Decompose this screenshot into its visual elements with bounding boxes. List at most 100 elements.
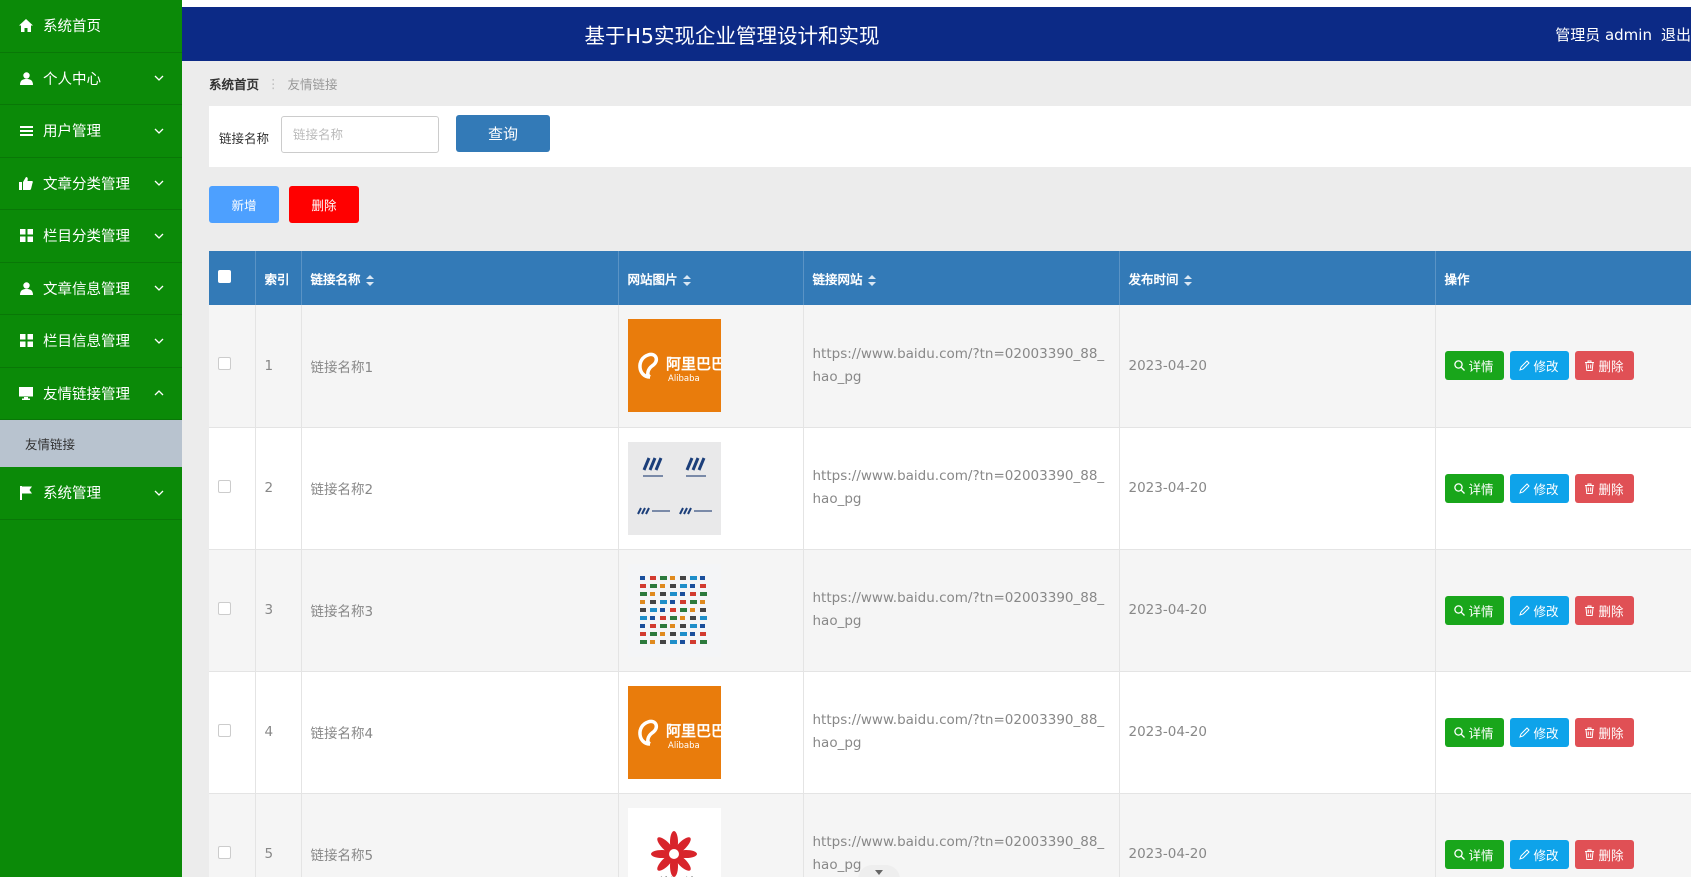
sidebar-item-label: 文章信息管理 [43,281,130,298]
detail-button[interactable]: 详情 [1444,595,1504,625]
row-checkbox[interactable] [218,357,231,371]
detail-button[interactable]: 详情 [1444,351,1504,381]
row-delete-button[interactable]: 删除 [1574,473,1634,503]
select-all-checkbox[interactable] [218,270,231,283]
row-index: 4 [255,671,302,794]
chevron-down-icon [154,338,164,344]
sidebar-item-label: 栏目信息管理 [43,334,130,351]
row-delete-button[interactable]: 删除 [1574,595,1634,625]
row-checkbox[interactable] [218,845,231,859]
sidebar-item-article-category[interactable]: 文章分类管理 [0,158,182,210]
chevron-down-icon [154,75,164,82]
detail-button[interactable]: 详情 [1444,839,1504,869]
sort-icon[interactable] [365,274,374,286]
row-select-cell [209,549,256,672]
sort-icon[interactable] [867,274,876,286]
chevron-down-icon [154,490,164,496]
sidebar-item-home[interactable]: 系统首页 [0,0,182,53]
search-icon [1454,848,1466,860]
row-delete-button[interactable]: 删除 [1574,717,1634,747]
row-publish-date: 2023-04-20 [1119,305,1436,428]
row-link-url: https://www.baidu.com/?tn=02003390_88_ha… [803,305,1120,428]
sidebar-item-user-management[interactable]: 用户管理 [0,105,182,158]
row-actions: 详情 修改 删除 [1435,427,1691,550]
list-icon [18,123,34,139]
sidebar-item-column-info[interactable]: 栏目信息管理 [0,315,182,368]
edit-button[interactable]: 修改 [1509,473,1569,503]
row-select-cell [209,427,256,550]
sidebar-item-system[interactable]: 系统管理 [0,467,182,520]
column-header-publish-time[interactable]: 发布时间 [1119,251,1436,305]
sidebar: 系统首页 个人中心 用户管理 文章分类管理 栏目分类管理 文章信息管理 栏目信息… [0,0,182,877]
detail-button[interactable]: 详情 [1444,717,1504,747]
sidebar-item-label: 系统首页 [43,19,101,36]
edit-button[interactable]: 修改 [1509,717,1569,747]
edit-icon [1519,848,1531,860]
logout-link[interactable]: 退出 [1661,24,1691,45]
trash-icon [1585,605,1595,616]
app-root: 系统首页 个人中心 用户管理 文章分类管理 栏目分类管理 文章信息管理 栏目信息… [0,0,1691,877]
row-select-cell [209,793,256,877]
logo-collage-image [627,563,721,657]
row-link-url: https://www.baidu.com/?tn=02003390_88_ha… [803,671,1120,794]
detail-button[interactable]: 详情 [1444,473,1504,503]
user-label: 管理员 admin [1555,25,1652,44]
sidebar-item-column-category[interactable]: 栏目分类管理 [0,210,182,263]
svg-text:Alibaba: Alibaba [668,741,700,751]
row-checkbox[interactable] [218,479,231,493]
row-publish-date: 2023-04-20 [1119,671,1436,794]
edit-button[interactable]: 修改 [1509,839,1569,869]
column-header-link-url[interactable]: 链接网站 [803,251,1120,305]
table-row: 4 链接名称4 阿里巴巴 Alibaba https://www.baidu.com/?… [209,671,1691,794]
sort-icon[interactable] [1183,274,1192,286]
flag-icon [18,485,34,501]
query-button[interactable]: 查询 [456,115,550,152]
link-url-text: https://www.baidu.com/?tn=02003390_88_ha… [812,712,1105,751]
column-header-link-name[interactable]: 链接名称 [301,251,619,305]
link-url-text: https://www.baidu.com/?tn=02003390_88_ha… [812,590,1105,629]
sidebar-item-label: 栏目分类管理 [43,229,130,246]
trash-icon [1585,849,1595,860]
monitor-icon [18,385,34,401]
edit-button[interactable]: 修改 [1509,351,1569,381]
row-delete-button[interactable]: 删除 [1574,839,1634,869]
sidebar-item-label: 友情链接管理 [43,386,130,403]
trash-icon [1585,360,1595,372]
sort-icon[interactable] [682,274,691,286]
table-header-row: 索引 链接名称 网站图片 链接网站 发布时间 操作 [209,251,1691,305]
row-index: 1 [255,305,302,428]
svg-text:阿里巴巴: 阿里巴巴 [666,355,721,373]
batch-delete-button[interactable]: 删除 [289,186,359,223]
row-link-name: 链接名称5 [301,793,619,877]
row-delete-button[interactable]: 删除 [1574,351,1634,381]
links-table: 索引 链接名称 网站图片 链接网站 发布时间 操作 1 链接名称1 阿里巴巴 Alib… [209,251,1691,877]
page-title: 基于H5实现企业管理设计和实现 [584,24,880,48]
column-header-index: 索引 [255,251,302,305]
sidebar-item-friend-links[interactable]: 友情链接管理 [0,368,182,420]
column-header-site-image[interactable]: 网站图片 [618,251,804,305]
row-actions: 详情 修改 删除 [1435,671,1691,794]
sidebar-item-label: 用户管理 [43,124,101,141]
row-index: 3 [255,549,302,672]
edit-button[interactable]: 修改 [1509,595,1569,625]
scroll-down-handle[interactable] [858,865,900,877]
breadcrumb-home[interactable]: 系统首页 [209,74,259,93]
row-publish-date: 2023-04-20 [1119,549,1436,672]
svg-text:Alibaba: Alibaba [668,374,700,384]
chevron-down-icon [154,128,164,134]
row-actions: 详情 修改 删除 [1435,549,1691,672]
row-link-url: https://www.baidu.com/?tn=02003390_88_ha… [803,793,1120,877]
row-checkbox[interactable] [218,723,231,737]
row-checkbox[interactable] [218,601,231,615]
link-url-text: https://www.baidu.com/?tn=02003390_88_ha… [812,468,1105,507]
chevron-down-icon [154,285,164,292]
trash-icon [1585,483,1595,494]
link-name-search-input[interactable] [281,116,439,153]
grid-icon [18,228,34,244]
row-select-cell [209,671,256,794]
sidebar-item-label: 个人中心 [43,71,101,88]
add-button[interactable]: 新增 [209,186,279,223]
sidebar-subitem-friend-link[interactable]: 友情链接 [0,420,182,467]
sidebar-item-personal-center[interactable]: 个人中心 [0,53,182,105]
sidebar-item-article-info[interactable]: 文章信息管理 [0,263,182,315]
